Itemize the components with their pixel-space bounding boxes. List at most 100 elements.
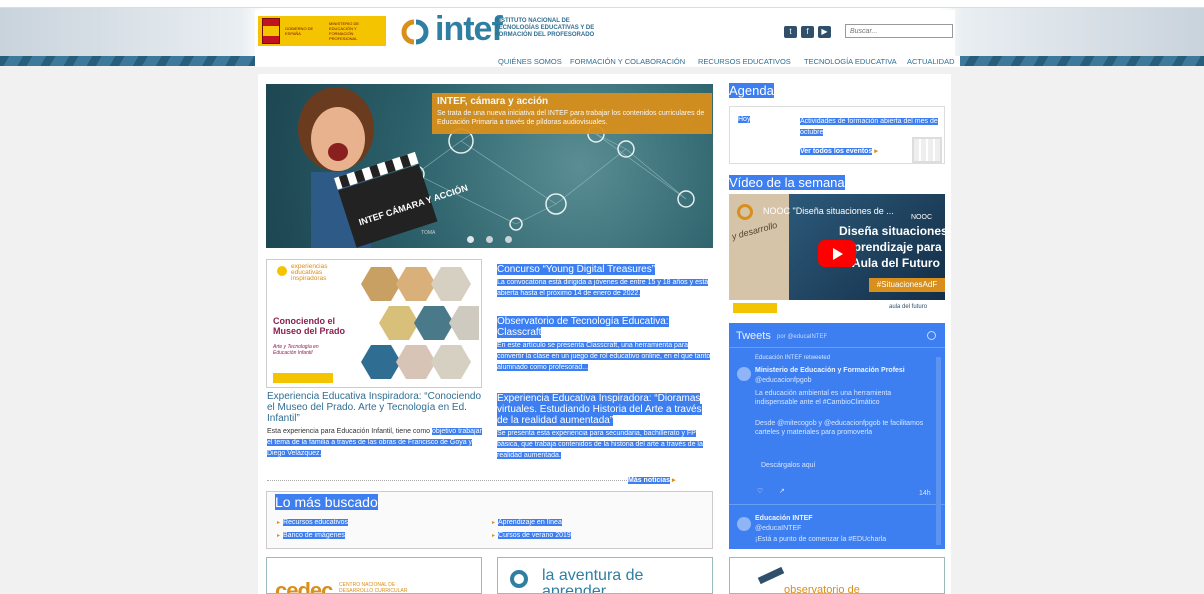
aventura-card[interactable]: la aventura de aprender	[497, 557, 713, 594]
play-icon	[833, 248, 843, 260]
tweet-text: ¡Está a punto de comenzar la #EDUcharla	[755, 536, 887, 543]
ministry-text: MINISTERIO DE EDUCACIÓN Y FORMACIÓN PROF…	[329, 21, 360, 41]
most-searched-link[interactable]: ▸ Recursos educativos	[277, 519, 348, 526]
tweet-time: 14h	[919, 490, 931, 497]
share-icon[interactable]: ↗	[779, 487, 785, 496]
divider	[729, 347, 945, 348]
tweet-text: La educación ambiental es una herramient…	[755, 390, 892, 406]
news-item[interactable]: Concurso “Young Digital Treasures” La co…	[497, 264, 712, 299]
nav-item-actualidad[interactable]: ACTUALIDAD	[907, 57, 955, 66]
most-searched-title: Lo más buscado	[275, 494, 378, 510]
main-nav: QUIÉNES SOMOS FORMACIÓN Y COLABORACIÓN R…	[255, 56, 960, 67]
agenda-day: Hoy	[738, 116, 751, 123]
link-label: Cursos de verano 2019	[498, 532, 571, 539]
retweet-label: Educación INTEF retweeted	[755, 355, 831, 361]
nav-item-tecnologia[interactable]: TECNOLOGÍA EDUCATIVA	[804, 57, 897, 66]
news-title[interactable]: Experiencia Educativa Inspiradora: “Dior…	[497, 393, 702, 426]
video-overlay-line2: aprendizaje para	[847, 240, 942, 254]
divider	[267, 480, 637, 481]
tweet-author[interactable]: Ministerio de Educación y Formación Prof…	[755, 366, 905, 375]
link-label: Aprendizaje en línea	[498, 519, 562, 526]
agenda-box: Hoy Actividades de formación abierta del…	[729, 106, 945, 164]
news-title[interactable]: Concurso “Young Digital Treasures”	[497, 264, 656, 275]
nav-item-formacion[interactable]: FORMACIÓN Y COLABORACIÓN	[570, 57, 685, 66]
tweet-author[interactable]: Educación INTEF	[755, 514, 813, 523]
nav-item-quienes-somos[interactable]: QUIÉNES SOMOS	[498, 57, 562, 66]
observatorio-logo: observatorio de	[784, 584, 860, 594]
arrow-right-icon: ▸	[492, 520, 496, 526]
tweets-heading: Tweets	[736, 330, 771, 342]
experience-image-subtitle: Arte y Tecnología en Educación Infantil	[273, 344, 319, 356]
arrow-right-icon: ▸	[874, 148, 878, 155]
tweet-link[interactable]: Descárgalos aquí	[761, 461, 815, 470]
observatorio-card[interactable]: observatorio de	[729, 557, 945, 594]
experience-caption[interactable]: Experiencia Educativa Inspiradora: “Cono…	[267, 391, 482, 459]
experience-image-title: Conociendo el Museo del Prado	[273, 316, 346, 336]
scrollbar[interactable]	[936, 357, 941, 545]
tweet-handle[interactable]: @educacionfpgob	[755, 376, 812, 385]
most-searched-link[interactable]: ▸ Banco de imágenes	[277, 532, 345, 539]
most-searched-link[interactable]: ▸ Cursos de verano 2019	[492, 532, 571, 539]
agenda-event[interactable]: Actividades de formación abierta del mes…	[800, 118, 938, 136]
aula-futuro-label: aula del futuro	[889, 304, 928, 310]
tweet-handle[interactable]: @educaINTEF	[755, 524, 801, 533]
hero-caption[interactable]: INTEF, cámara y acción Se trata de una n…	[432, 93, 712, 134]
cedec-card[interactable]: cedec CENTRO NACIONAL DE DESARROLLO CURR…	[266, 557, 482, 594]
top-line	[0, 0, 1204, 8]
most-searched-link[interactable]: ▸ Aprendizaje en línea	[492, 519, 562, 526]
facebook-icon[interactable]: f	[801, 26, 814, 38]
coat-of-arms-icon	[262, 18, 280, 44]
slider-dot-3[interactable]	[505, 236, 512, 243]
experience-title[interactable]: Experiencia Educativa Inspiradora: “Cono…	[267, 391, 482, 424]
video-overlay-line1: Diseña situaciones	[839, 224, 945, 238]
divider	[729, 504, 945, 505]
video-player[interactable]: y desarrollo NOOC "Diseña situaciones de…	[729, 194, 945, 316]
experience-image[interactable]: experiencias educativas inspiradoras Con…	[266, 259, 482, 388]
intef-brand[interactable]: intef	[435, 10, 503, 49]
like-icon[interactable]: ♡	[757, 487, 763, 496]
calendar-icon	[912, 137, 942, 163]
arrow-right-icon: ▸	[277, 533, 281, 539]
news-item[interactable]: Observatorio de Tecnología Educativa: Cl…	[497, 316, 712, 373]
twitter-icon[interactable]: t	[784, 26, 797, 38]
tweet-text: Desde @mitecogob y @educacionfpgob te fa…	[755, 420, 924, 436]
intef-logo-icon[interactable]	[396, 14, 434, 50]
avatar[interactable]	[737, 517, 751, 531]
arrow-right-icon: ▸	[671, 477, 676, 484]
news-text: En este artículo se presenta Classcraft,…	[497, 342, 711, 371]
most-searched-panel: Lo más buscado ▸ Recursos educativos ▸ Ban…	[266, 491, 713, 549]
youtube-icon[interactable]: ▶	[818, 26, 831, 38]
hashtag-badge: #SituacionesAdF	[869, 278, 945, 292]
news-title[interactable]: Observatorio de Tecnología Educativa: Cl…	[497, 316, 669, 338]
avatar[interactable]	[737, 367, 751, 381]
aventura-logo: la aventura de aprender	[542, 567, 644, 594]
more-news-link[interactable]: Más noticias ▸	[628, 476, 675, 484]
more-news-label: Más noticias	[628, 477, 671, 484]
nav-item-recursos[interactable]: RECURSOS EDUCATIVOS	[698, 57, 791, 66]
all-events-label: Ver todos los eventos	[800, 148, 873, 155]
slider-dot-2[interactable]	[486, 236, 493, 243]
slider-dot-1[interactable]	[467, 236, 474, 243]
government-logo[interactable]: GOBIERNO DE ESPAÑA MINISTERIO DE EDUCACI…	[258, 16, 386, 46]
intef-description: INSTITUTO NACIONAL DE TECNOLOGÍAS EDUCAT…	[495, 18, 595, 38]
video-title[interactable]: NOOC "Diseña situaciones de ...	[763, 206, 894, 216]
cedec-logo: cedec	[275, 578, 333, 594]
hexagon-collage	[361, 267, 479, 379]
all-events-link[interactable]: Ver todos los eventos ▸	[800, 147, 878, 155]
play-button[interactable]	[818, 240, 856, 267]
tweets-by[interactable]: por @educaINTEF	[777, 334, 827, 340]
info-icon[interactable]	[927, 331, 936, 340]
news-text: Se presenta esta experiencia para secund…	[497, 430, 703, 459]
tweets-widget[interactable]: Tweets por @educaINTEF Educación INTEF r…	[729, 323, 945, 549]
news-item[interactable]: Experiencia Educativa Inspiradora: “Dior…	[497, 393, 712, 461]
experience-image-label: experiencias educativas inspiradoras	[291, 263, 328, 282]
channel-avatar-icon	[737, 204, 753, 220]
link-label: Recursos educativos	[283, 519, 348, 526]
telescope-icon	[757, 566, 785, 585]
arrow-right-icon: ▸	[277, 520, 281, 526]
gov-text: GOBIERNO DE ESPAÑA	[285, 26, 314, 36]
arrow-right-icon: ▸	[492, 533, 496, 539]
news-text: La convocatoria está dirigida a jóvenes …	[497, 279, 709, 297]
search-input[interactable]	[845, 24, 953, 38]
video-heading: Vídeo de la semana	[729, 175, 845, 190]
